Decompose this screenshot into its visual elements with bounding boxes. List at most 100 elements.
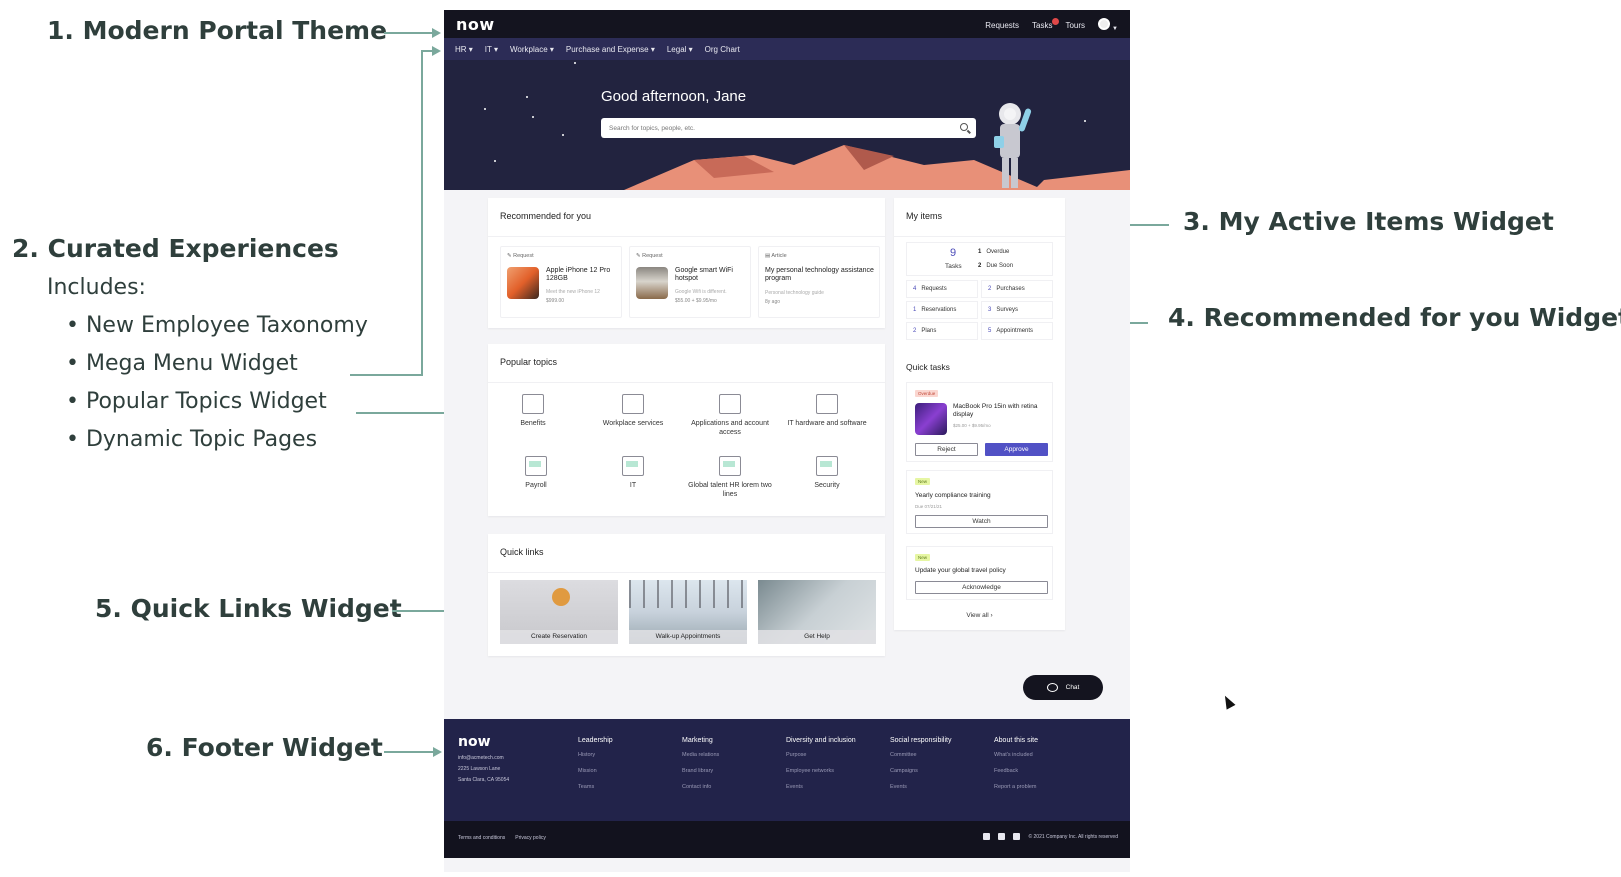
topic-global-talent[interactable]: Global talent HR lorem two lines [685,456,775,500]
topic-it[interactable]: IT [588,456,678,491]
footer-link[interactable]: Employee networks [786,768,856,774]
footer-link[interactable]: Events [786,784,856,790]
overdue-count: 1 Overdue [978,249,1010,255]
chat-label: Chat [1065,684,1080,691]
my-items-widget: My items 9 Tasks 1 Overdue 2 Due Soon 4 Req… [894,198,1065,630]
footer-column-leadership: Leadership History Mission Teams [578,737,613,800]
footer-link[interactable]: Campaigns [890,768,951,774]
quick-link-create-reservation[interactable]: Create Reservation [500,580,618,644]
menu-hr[interactable]: HR ▾ [455,45,473,54]
footer-link[interactable]: Contact info [682,784,719,790]
footer-column-head: Marketing [682,737,713,744]
footer-link[interactable]: History [578,752,613,758]
my-items-surveys[interactable]: 3 Surveys [981,301,1053,319]
item-price: $999.00 [546,298,565,304]
arrow-head-icon [433,747,442,757]
topics-title: Popular topics [500,357,558,367]
quick-task-macbook: Overdue MacBook Pro 15in with retina dis… [906,382,1053,462]
security-icon [816,456,838,476]
task-text: Yearly compliance training [915,492,991,499]
tasks-badge [1052,17,1060,25]
facebook-icon[interactable] [1013,833,1021,840]
item-desc: Personal technology guide [765,290,824,296]
my-items-reservations[interactable]: 1 Reservations [906,301,978,319]
task-text: Update your global travel policy [915,567,1006,574]
footer-email[interactable]: info@acmetech.com [458,755,504,761]
item-desc: Google Wifi is different. [675,289,727,295]
my-items-title: My items [906,211,942,221]
annotation-arrow [350,374,422,376]
mouse-cursor-icon [1220,693,1236,710]
divider [488,236,885,237]
my-items-purchases[interactable]: 2 Purchases [981,280,1053,298]
footer-bottom-bar: Terms and conditions Privacy policy © 20… [444,821,1130,858]
now-logo[interactable]: now [456,15,495,34]
topic-it-hardware[interactable]: IT hardware and software [782,394,872,429]
topic-security[interactable]: Security [782,456,872,491]
arrow-head-icon [432,28,441,38]
nav-requests[interactable]: Requests [985,21,1019,30]
footer-link[interactable]: Brand library [682,768,719,774]
nav-tours[interactable]: Tours [1065,21,1085,30]
menu-org-chart[interactable]: Org Chart [705,45,740,54]
recommended-widget: Recommended for you ✎ Request Apple iPho… [488,198,885,328]
recommended-item[interactable]: ✎ Request Google smart WiFi hotspot Goog… [629,246,751,318]
footer-link[interactable]: Events [890,784,951,790]
reject-button[interactable]: Reject [915,443,978,456]
footer-logo[interactable]: now [458,734,491,750]
watch-button[interactable]: Watch [915,515,1048,528]
privacy-link[interactable]: Privacy policy [515,835,546,841]
topic-applications[interactable]: Applications and account access [685,394,775,438]
menu-legal[interactable]: Legal ▾ [667,45,693,54]
hero-banner: Good afternoon, Jane [444,60,1130,190]
footer-link[interactable]: Mission [578,768,613,774]
task-due: Due 07/21/21 [915,504,943,509]
quick-task-travel-policy: New Update your global travel policy Ack… [906,546,1053,600]
annotation-includes: Includes: [47,275,146,300]
footer-link[interactable]: Committee [890,752,951,758]
annotation-bullet: • Dynamic Topic Pages [66,427,318,452]
my-items-plans[interactable]: 2 Plans [906,322,978,340]
recommended-item[interactable]: ✎ Request Apple iPhone 12 Pro 128GB Meet… [500,246,622,318]
twitter-icon[interactable] [983,833,991,840]
footer-column-about: About this site What's included Feedback… [994,737,1038,800]
footer-link[interactable]: Teams [578,784,613,790]
quick-link-get-help[interactable]: Get Help [758,580,876,644]
menu-it[interactable]: IT ▾ [485,45,498,54]
topic-payroll[interactable]: Payroll [491,456,581,491]
topic-workplace-services[interactable]: Workplace services [588,394,678,429]
my-items-appointments[interactable]: 5 Appointments [981,322,1053,340]
linkedin-icon[interactable] [998,833,1006,840]
footer-link[interactable]: Media relations [682,752,719,758]
divider [488,382,885,383]
macbook-image [915,403,947,435]
approve-button[interactable]: Approve [985,443,1048,456]
chart-icon [719,456,741,476]
topic-benefits[interactable]: Benefits [488,394,578,429]
view-all-link[interactable]: View all › [894,612,1065,619]
acknowledge-button[interactable]: Acknowledge [915,581,1048,594]
tasks-count: 9 [950,247,957,259]
nav-tasks[interactable]: Tasks [1032,17,1060,30]
menu-workplace[interactable]: Workplace ▾ [510,45,554,54]
quick-task-compliance: New Yearly compliance training Due 07/21… [906,470,1053,534]
quick-link-walk-up[interactable]: Walk-up Appointments [629,580,747,644]
footer-column-head: Diversity and inclusion [786,737,856,744]
footer-link[interactable]: Purpose [786,752,856,758]
footer-link[interactable]: Report a problem [994,784,1038,790]
my-items-requests[interactable]: 4 Requests [906,280,978,298]
footer-link[interactable]: What's included [994,752,1038,758]
chat-button[interactable]: Chat [1023,675,1103,700]
chevron-down-icon: ▼ [1112,26,1118,32]
recommended-item[interactable]: ▤ Article My personal technology assista… [758,246,880,318]
article-type: ▤ Article [765,253,787,259]
tasks-summary[interactable]: 9 Tasks 1 Overdue 2 Due Soon [906,242,1053,276]
terms-link[interactable]: Terms and conditions [458,835,505,841]
footer-link[interactable]: Feedback [994,768,1038,774]
menu-purchase-expense[interactable]: Purchase and Expense ▾ [566,45,655,54]
new-tag: New [915,478,931,485]
footer-widget: now info@acmetech.com 2225 Lawson Lane S… [444,719,1130,821]
user-menu[interactable]: ▼ [1098,18,1118,32]
item-name: My personal technology assistance progra… [765,267,874,283]
copyright: © 2021 Company Inc. All rights reserved [1028,833,1118,840]
